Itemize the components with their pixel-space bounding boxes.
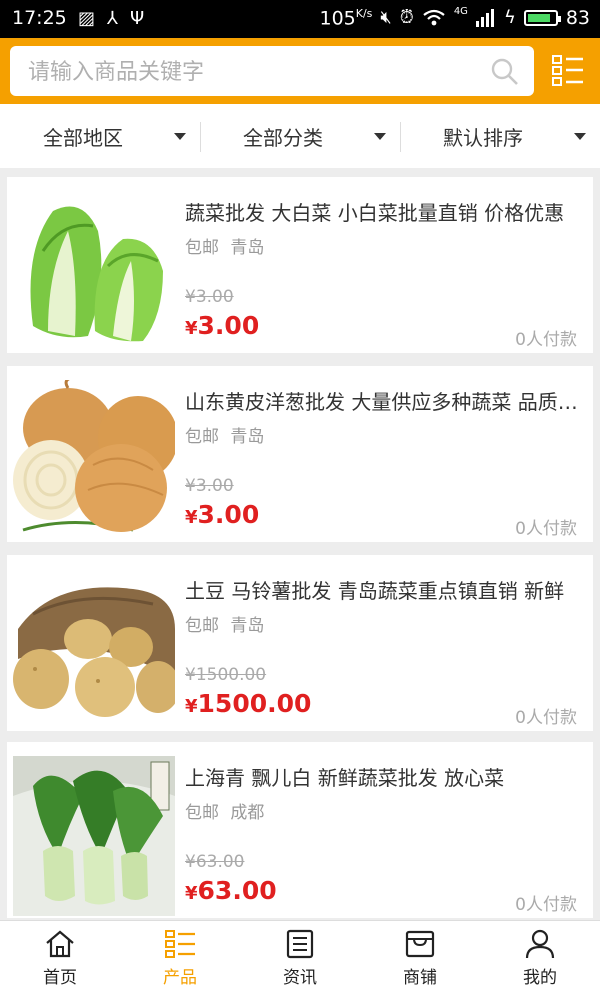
caret-down-icon bbox=[174, 133, 186, 140]
share-icon: ⅄ bbox=[107, 8, 119, 29]
paid-count: 0人付款 bbox=[515, 895, 577, 915]
shipping-tag: 包邮 bbox=[185, 803, 219, 823]
product-card[interactable]: 土豆 马铃薯批发 青岛蔬菜重点镇直销 新鲜 包邮 青岛 ¥1500.00 ¥15… bbox=[7, 555, 593, 731]
alarm-icon: ⏰︎ bbox=[399, 7, 414, 29]
network-type: 4G bbox=[453, 5, 468, 17]
paid-count: 0人付款 bbox=[515, 519, 577, 539]
tab-mine[interactable]: 我的 bbox=[480, 921, 600, 1001]
product-title[interactable]: 蔬菜批发 大白菜 小白菜批量直销 价格优惠 bbox=[185, 197, 585, 226]
search-icon[interactable] bbox=[490, 57, 520, 87]
system-icons: 105K/s 🔇︎ ⏰︎ 4G ϟ 83 bbox=[319, 5, 591, 30]
tab-label: 我的 bbox=[523, 968, 557, 988]
product-image-napa-cabbage[interactable] bbox=[13, 191, 175, 351]
filter-bar: 全部地区 全部分类 默认排序 bbox=[0, 104, 600, 168]
filter-label: 全部分类 bbox=[243, 125, 323, 150]
current-price: ¥3.00 bbox=[185, 500, 260, 529]
product-image-bok-choy[interactable] bbox=[13, 756, 175, 916]
shipping-tag: 包邮 bbox=[185, 616, 219, 636]
product-location: 青岛 bbox=[230, 427, 265, 447]
header bbox=[0, 38, 600, 104]
search-box[interactable] bbox=[10, 46, 534, 98]
current-price: ¥63.00 bbox=[185, 876, 277, 905]
product-location: 青岛 bbox=[230, 238, 265, 258]
filter-label: 默认排序 bbox=[443, 125, 523, 150]
original-price: ¥3.00 bbox=[185, 476, 234, 496]
mute-icon: 🔇︎ bbox=[380, 7, 392, 29]
filter-sort[interactable]: 默认排序 bbox=[400, 104, 600, 168]
user-icon bbox=[525, 929, 555, 959]
tab-label: 产品 bbox=[163, 968, 197, 988]
usb-icon: Ψ bbox=[130, 8, 145, 29]
paid-count: 0人付款 bbox=[515, 330, 577, 350]
status-time: 17:25 bbox=[12, 7, 67, 29]
product-card[interactable]: 蔬菜批发 大白菜 小白菜批量直销 价格优惠 包邮 青岛 ¥3.00 ¥3.00 … bbox=[7, 177, 593, 353]
notification-icons: ▨ ⅄ Ψ bbox=[78, 8, 144, 30]
paid-count: 0人付款 bbox=[515, 708, 577, 728]
product-list-icon bbox=[165, 930, 195, 958]
tab-products[interactable]: 产品 bbox=[120, 921, 240, 1001]
product-location: 成都 bbox=[230, 803, 265, 823]
original-price: ¥63.00 bbox=[185, 852, 245, 872]
wifi-icon bbox=[423, 10, 445, 26]
network-speed: 105K/s bbox=[319, 7, 373, 30]
status-bar: 17:25 ▨ ⅄ Ψ 105K/s 🔇︎ ⏰︎ 4G ϟ 83 bbox=[0, 0, 600, 38]
battery-icon bbox=[523, 10, 561, 27]
shipping-tag: 包邮 bbox=[185, 427, 219, 447]
shipping-tag: 包邮 bbox=[185, 238, 219, 258]
home-icon bbox=[46, 930, 74, 958]
product-card[interactable]: 山东黄皮洋葱批发 大量供应多种蔬菜 品质保证 包邮 青岛 ¥3.00 ¥3.00… bbox=[7, 366, 593, 542]
current-price: ¥3.00 bbox=[185, 311, 260, 340]
bottom-tab-bar: 首页 产品 资讯 商铺 我的 bbox=[0, 920, 600, 1001]
filter-label: 全部地区 bbox=[43, 125, 123, 150]
filter-region[interactable]: 全部地区 bbox=[0, 104, 200, 168]
charging-icon: ϟ bbox=[503, 7, 516, 29]
product-title[interactable]: 上海青 飘儿白 新鲜蔬菜批发 放心菜 bbox=[185, 762, 585, 791]
tab-label: 首页 bbox=[43, 968, 77, 988]
tab-news[interactable]: 资讯 bbox=[240, 921, 360, 1001]
battery-level: 83 bbox=[565, 7, 590, 30]
tab-shops[interactable]: 商铺 bbox=[360, 921, 480, 1001]
product-location: 青岛 bbox=[230, 616, 265, 636]
filter-category[interactable]: 全部分类 bbox=[200, 104, 400, 168]
product-meta: 包邮 成都 bbox=[185, 798, 264, 823]
caret-down-icon bbox=[374, 133, 386, 140]
product-title[interactable]: 山东黄皮洋葱批发 大量供应多种蔬菜 品质保证 bbox=[185, 386, 585, 415]
current-price: ¥1500.00 bbox=[185, 689, 312, 718]
product-title[interactable]: 土豆 马铃薯批发 青岛蔬菜重点镇直销 新鲜 bbox=[185, 575, 585, 604]
tab-label: 资讯 bbox=[283, 968, 317, 988]
original-price: ¥3.00 bbox=[185, 287, 234, 307]
product-meta: 包邮 青岛 bbox=[185, 422, 264, 447]
news-icon bbox=[286, 929, 314, 959]
caret-down-icon bbox=[574, 133, 586, 140]
gallery-icon: ▨ bbox=[78, 8, 96, 29]
search-input[interactable] bbox=[26, 46, 480, 98]
product-meta: 包邮 青岛 bbox=[185, 611, 264, 636]
product-image-potatoes[interactable] bbox=[13, 569, 175, 729]
tab-label: 商铺 bbox=[403, 968, 437, 988]
product-image-onions[interactable] bbox=[13, 380, 175, 540]
category-menu-icon[interactable] bbox=[552, 54, 584, 88]
signal-icon bbox=[475, 9, 494, 28]
product-meta: 包邮 青岛 bbox=[185, 233, 264, 258]
tab-home[interactable]: 首页 bbox=[0, 921, 120, 1001]
original-price: ¥1500.00 bbox=[185, 665, 267, 685]
shop-icon bbox=[405, 930, 435, 958]
product-card[interactable]: 上海青 飘儿白 新鲜蔬菜批发 放心菜 包邮 成都 ¥63.00 ¥63.00 0… bbox=[7, 742, 593, 918]
